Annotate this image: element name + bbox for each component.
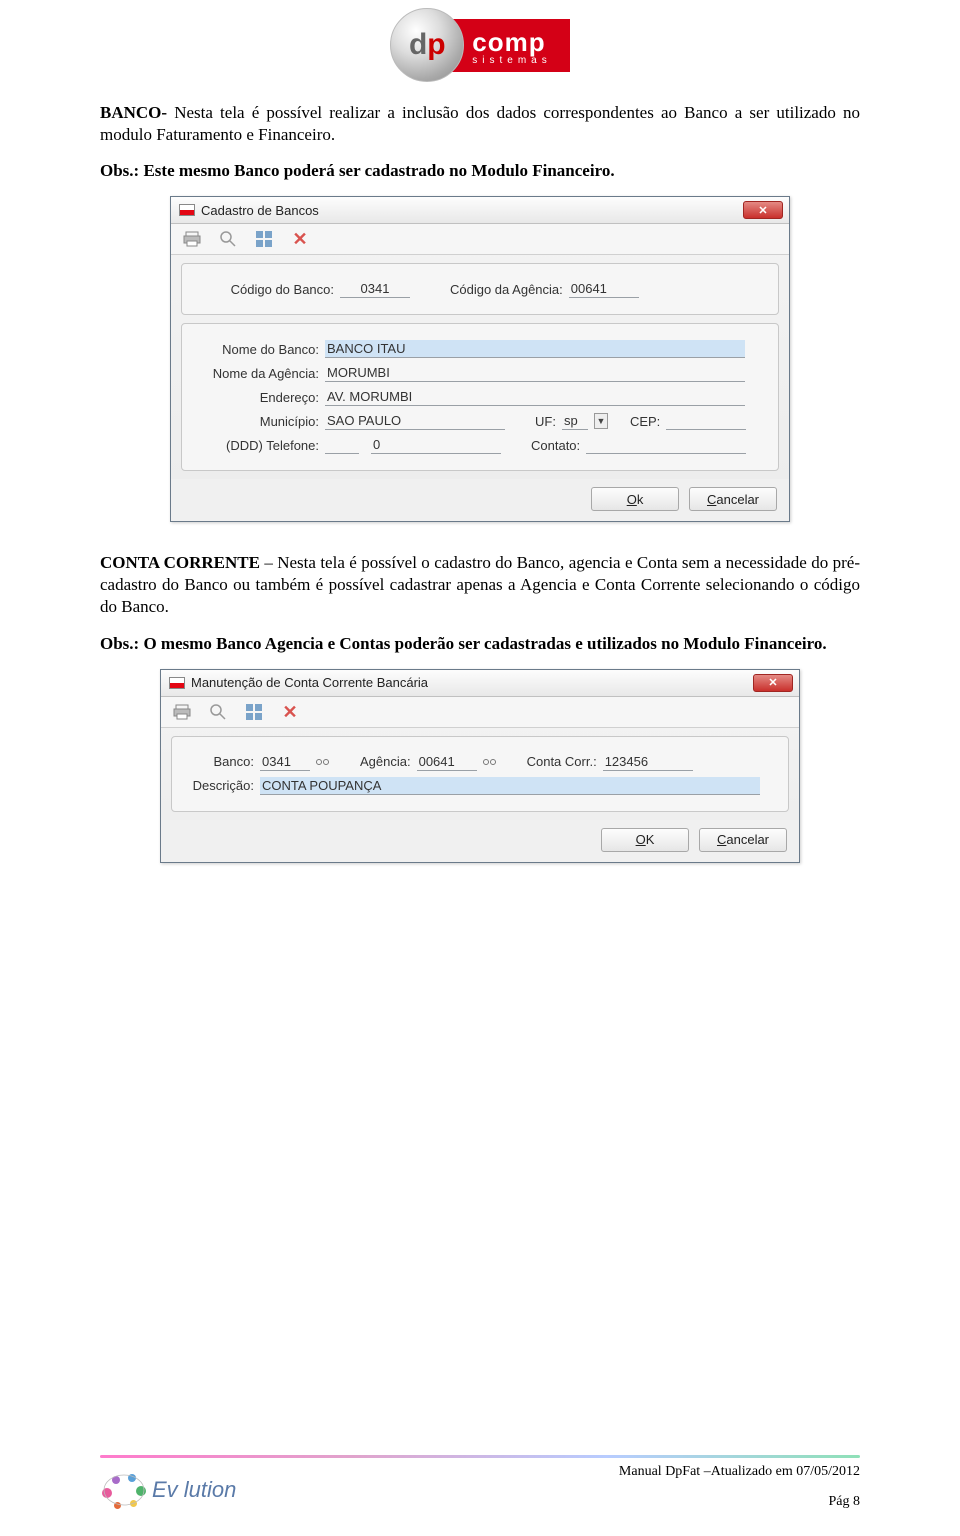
logo-comp: comp (472, 29, 551, 55)
footer-manual: Manual DpFat –Atualizado em 07/05/2012 (619, 1464, 860, 1480)
input-nome-agencia[interactable]: MORUMBI (325, 364, 745, 382)
footer-rule (100, 1455, 860, 1458)
paragraph-obs1: Obs.: Este mesmo Banco poderá ser cadast… (100, 160, 860, 182)
dialog2-title: Manutenção de Conta Corrente Bancária (191, 675, 428, 690)
dados-group: Nome do Banco: BANCO ITAU Nome da Agênci… (181, 323, 779, 471)
ok-button[interactable]: Ok (591, 487, 679, 511)
para4-text: Obs.: O mesmo Banco Agencia e Contas pod… (100, 634, 827, 653)
input-telefone[interactable]: 0 (371, 436, 501, 454)
codigo-group: Código do Banco: 0341 Código da Agência:… (181, 263, 779, 315)
input-endereco[interactable]: AV. MORUMBI (325, 388, 745, 406)
logo-sphere: dp (390, 8, 464, 82)
uf-dropdown-arrow[interactable]: ▼ (594, 413, 608, 429)
input-agencia[interactable]: 00641 (417, 753, 477, 771)
flag-icon (179, 204, 195, 216)
input-codigo-agencia[interactable]: 00641 (569, 280, 639, 298)
conta-group: Banco: 0341 Agência: 00641 Conta Corr.: … (171, 736, 789, 812)
page-footer: Ev lution Manual DpFat –Atualizado em 07… (0, 1455, 960, 1510)
close-button[interactable]: ✕ (753, 674, 793, 692)
lbl-nome-banco: Nome do Banco: (194, 342, 319, 357)
search-icon[interactable] (209, 703, 227, 721)
paragraph-obs2: Obs.: O mesmo Banco Agencia e Contas pod… (100, 633, 860, 655)
input-codigo-banco[interactable]: 0341 (340, 280, 410, 298)
dialog-title: Cadastro de Bancos (201, 203, 319, 218)
print-icon[interactable] (173, 703, 191, 721)
para1-bold: BANCO- (100, 103, 167, 122)
close-button[interactable]: ✕ (743, 201, 783, 219)
lookup-banco-icon[interactable] (316, 755, 332, 769)
flag-icon (169, 677, 185, 689)
cancel-button[interactable]: Cancelar (689, 487, 777, 511)
para3-bold: CONTA CORRENTE (100, 553, 260, 572)
lbl-cep: CEP: (626, 414, 660, 429)
grid-icon[interactable] (255, 230, 273, 248)
lbl-municipio: Município: (194, 414, 319, 429)
dialog-toolbar: ✕ (171, 224, 789, 255)
grid-icon[interactable] (245, 703, 263, 721)
paragraph-conta-corrente: CONTA CORRENTE – Nesta tela é possível o… (100, 552, 860, 618)
lbl-ddd-tel: (DDD) Telefone: (194, 438, 319, 453)
footer-page: Pág 8 (619, 1494, 860, 1510)
input-banco[interactable]: 0341 (260, 753, 310, 771)
brand-logo: dp comp sistemas (100, 0, 860, 102)
lookup-agencia-icon[interactable] (483, 755, 499, 769)
cancel-button[interactable]: Cancelar (699, 828, 787, 852)
input-nome-banco[interactable]: BANCO ITAU (325, 340, 745, 358)
logo-sistemas: sistemas (472, 55, 551, 66)
input-conta[interactable]: 123456 (603, 753, 693, 771)
input-contato[interactable] (586, 436, 746, 454)
lbl-agencia: Agência: (356, 754, 411, 769)
input-descricao[interactable]: CONTA POUPANÇA (260, 777, 760, 795)
cadastro-bancos-dialog: Cadastro de Bancos ✕ ✕ Código do Banco: … (170, 196, 790, 522)
dialog2-toolbar: ✕ (161, 697, 799, 728)
input-municipio[interactable]: SAO PAULO (325, 412, 505, 430)
print-icon[interactable] (183, 230, 201, 248)
delete-icon[interactable]: ✕ (281, 703, 299, 721)
lbl-endereco: Endereço: (194, 390, 319, 405)
ok-button[interactable]: OK (601, 828, 689, 852)
delete-icon[interactable]: ✕ (291, 230, 309, 248)
evolution-text: Ev lution (152, 1477, 236, 1503)
paragraph-banco: BANCO- Nesta tela é possível realizar a … (100, 102, 860, 146)
lbl-codigo-banco: Código do Banco: (194, 282, 334, 297)
dialog2-titlebar: Manutenção de Conta Corrente Bancária ✕ (161, 670, 799, 697)
para2-text: Obs.: Este mesmo Banco poderá ser cadast… (100, 161, 615, 180)
lbl-conta: Conta Corr.: (523, 754, 597, 769)
lbl-uf: UF: (531, 414, 556, 429)
lbl-contato: Contato: (527, 438, 580, 453)
conta-corrente-dialog: Manutenção de Conta Corrente Bancária ✕ … (160, 669, 800, 863)
input-uf[interactable]: sp (562, 412, 588, 430)
lbl-banco: Banco: (184, 754, 254, 769)
lbl-descricao: Descrição: (184, 778, 254, 793)
search-icon[interactable] (219, 230, 237, 248)
lbl-codigo-agencia: Código da Agência: (446, 282, 563, 297)
lbl-nome-agencia: Nome da Agência: (194, 366, 319, 381)
input-ddd[interactable] (325, 436, 359, 454)
evolution-logo: Ev lution (100, 1470, 236, 1510)
input-cep[interactable] (666, 412, 746, 430)
dialog-titlebar: Cadastro de Bancos ✕ (171, 197, 789, 224)
para1-rest: Nesta tela é possível realizar a inclusã… (100, 103, 860, 144)
